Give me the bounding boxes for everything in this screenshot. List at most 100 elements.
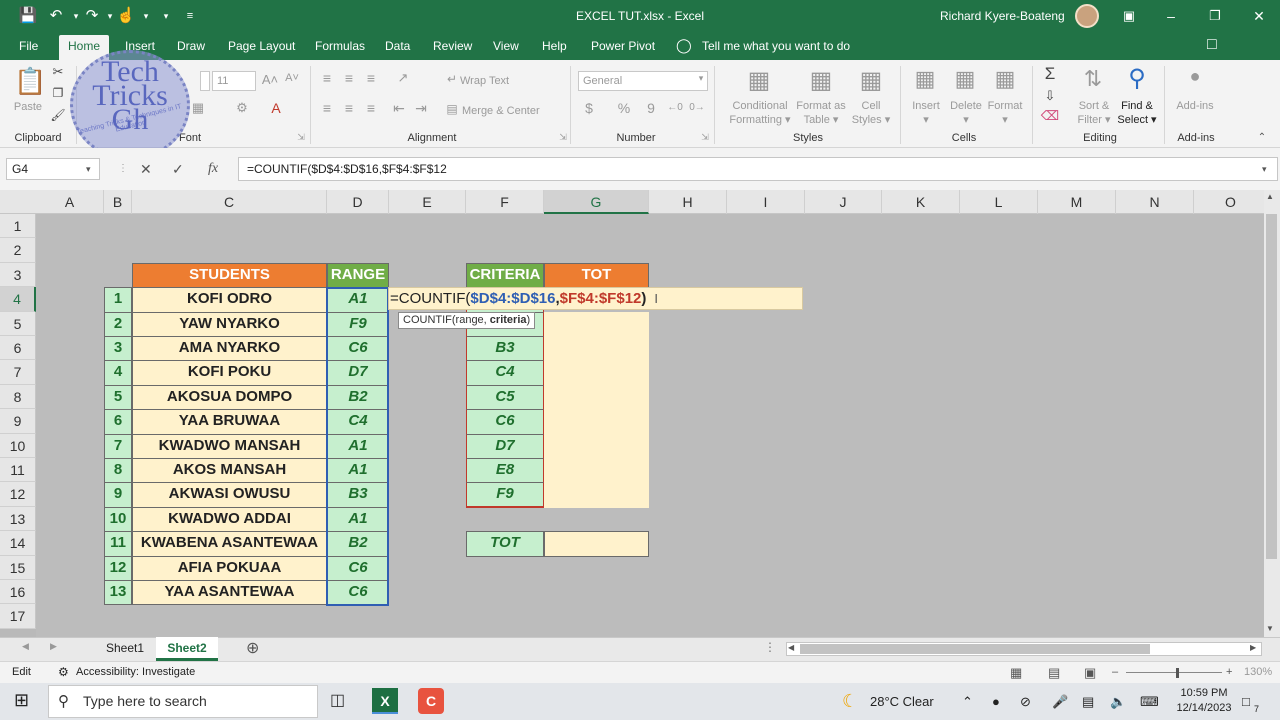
wrap-text-button[interactable]: Wrap Text — [460, 74, 520, 88]
tot-cell[interactable] — [544, 433, 649, 459]
font-size-combo[interactable]: 11 — [212, 71, 256, 91]
tot-cell[interactable] — [544, 458, 649, 484]
increase-decimal-icon[interactable]: ←0 — [666, 102, 684, 113]
microphone-icon[interactable]: 🎤 — [1052, 683, 1068, 720]
criteria-header[interactable]: CRITERIA — [466, 262, 544, 289]
find-select-button[interactable]: Find & Select ▾ — [1114, 99, 1160, 127]
sheet-tab-sheet1[interactable]: Sheet1 — [96, 637, 154, 661]
collapse-ribbon-icon[interactable]: ⌃ — [1256, 132, 1268, 143]
range-cell[interactable]: B2 — [327, 384, 389, 411]
column-header-g[interactable]: G — [544, 190, 649, 214]
function-tooltip[interactable]: COUNTIF(range, criteria) — [398, 312, 536, 329]
range-cell[interactable]: A1 — [327, 458, 389, 484]
tot-cell[interactable] — [544, 409, 649, 435]
align-left-icon[interactable]: ≡ — [318, 100, 336, 116]
student-name-cell[interactable]: YAA BRUWAA — [132, 409, 327, 435]
chevron-down-icon[interactable]: ▾ — [136, 6, 156, 26]
chevron-up-icon[interactable]: ⌃ — [962, 683, 973, 720]
normal-view-icon[interactable]: ▦ — [1010, 662, 1022, 683]
merge-center-icon[interactable]: ▤ — [444, 102, 460, 116]
row-number-cell[interactable]: 9 — [104, 482, 132, 508]
row-header-7[interactable]: 7 — [0, 360, 36, 385]
column-header-n[interactable]: N — [1116, 190, 1194, 214]
row-header-10[interactable]: 10 — [0, 433, 36, 458]
enter-icon[interactable]: ✓ — [172, 158, 184, 180]
row-number-cell[interactable]: 2 — [104, 311, 132, 337]
range-cell[interactable]: A1 — [327, 433, 389, 459]
alignment-launcher-icon[interactable]: ⇲ — [558, 132, 568, 143]
format-cells-icon[interactable]: ▦ — [990, 66, 1020, 92]
row-header-6[interactable]: 6 — [0, 336, 36, 361]
student-name-cell[interactable]: KWADWO ADDAI — [132, 506, 327, 533]
notifications-icon[interactable]: □ — [1242, 683, 1250, 720]
font-name-combo[interactable] — [200, 71, 210, 91]
range-cell[interactable]: A1 — [327, 287, 389, 313]
excel-taskbar-icon[interactable]: X — [372, 688, 398, 714]
task-view-icon[interactable]: ◫ — [330, 690, 345, 710]
autosum-icon[interactable]: Σ — [1040, 64, 1060, 84]
row-header-11[interactable]: 11 — [0, 458, 36, 483]
redo-icon[interactable]: ↷ — [82, 6, 102, 26]
clock[interactable]: 10:59 PM 12/14/2023 — [1176, 686, 1232, 716]
merge-center-button[interactable]: Merge & Center — [462, 104, 546, 118]
insert-cells-button[interactable]: Insert ▾ — [906, 99, 946, 127]
restore-button[interactable]: ❐ — [1194, 0, 1236, 32]
add-ins-icon[interactable]: ● — [1180, 66, 1210, 87]
comma-style-icon[interactable]: 9 — [644, 100, 658, 116]
avatar[interactable] — [1075, 4, 1099, 28]
zoom-out-icon[interactable]: – — [1112, 662, 1118, 683]
tot-cell[interactable] — [544, 384, 649, 411]
fill-icon[interactable]: ⇩ — [1040, 88, 1060, 104]
column-header-b[interactable]: B — [104, 190, 132, 214]
tot-cell[interactable] — [544, 482, 649, 508]
horizontal-scroll-thumb[interactable] — [800, 644, 1150, 654]
row-header-12[interactable]: 12 — [0, 482, 36, 507]
row-header-8[interactable]: 8 — [0, 384, 36, 410]
student-name-cell[interactable]: YAW NYARKO — [132, 311, 327, 337]
zoom-slider[interactable] — [1126, 672, 1222, 673]
row-number-cell[interactable]: 8 — [104, 458, 132, 484]
tab-split-icon[interactable]: ⋮ — [764, 640, 776, 654]
tab-view[interactable]: View — [484, 32, 528, 60]
column-header-k[interactable]: K — [882, 190, 960, 214]
wrap-text-icon[interactable]: ↵ — [444, 72, 460, 86]
student-name-cell[interactable]: AKOS MANSAH — [132, 458, 327, 484]
student-name-cell[interactable]: AMA NYARKO — [132, 336, 327, 362]
tab-review[interactable]: Review — [424, 32, 481, 60]
column-header-j[interactable]: J — [805, 190, 882, 214]
row-header-4[interactable]: 4 — [0, 287, 36, 312]
cell-styles-button[interactable]: Cell Styles ▾ — [846, 99, 896, 127]
touch-mode-icon[interactable]: ☝ — [116, 6, 136, 26]
paste-button[interactable]: Paste — [10, 100, 46, 114]
column-header-i[interactable]: I — [727, 190, 805, 214]
range-cell[interactable]: B2 — [327, 531, 389, 557]
row-header-13[interactable]: 13 — [0, 506, 36, 532]
camtasia-taskbar-icon[interactable]: C — [418, 688, 444, 714]
row-number-cell[interactable]: 5 — [104, 384, 132, 411]
criteria-cell[interactable]: C4 — [466, 360, 544, 386]
formula-input[interactable]: =COUNTIF($D$4:$D$16,$F$4:$F$12 — [238, 157, 1278, 181]
row-number-cell[interactable]: 3 — [104, 336, 132, 362]
tell-me-search[interactable]: Tell me what you want to do — [702, 32, 850, 60]
row-header-15[interactable]: 15 — [0, 555, 36, 580]
student-name-cell[interactable]: KWADWO MANSAH — [132, 433, 327, 459]
criteria-cell[interactable]: D7 — [466, 433, 544, 459]
column-header-d[interactable]: D — [327, 190, 389, 214]
paste-icon[interactable]: 📋 — [14, 66, 46, 97]
row-header-2[interactable]: 2 — [0, 238, 36, 263]
chevron-down-icon[interactable]: ▾ — [696, 73, 706, 84]
students-header[interactable]: STUDENTS — [132, 262, 327, 289]
align-bottom-icon[interactable]: ≡ — [362, 70, 380, 86]
column-header-h[interactable]: H — [649, 190, 727, 214]
keyboard-icon[interactable]: ⌨ — [1140, 683, 1159, 720]
tot-cell[interactable] — [544, 336, 649, 362]
comments-icon[interactable]: □ — [1207, 36, 1217, 54]
criteria-cell[interactable]: E8 — [466, 458, 544, 484]
expand-formula-bar-icon[interactable]: ▾ — [1262, 158, 1267, 180]
criteria-cell[interactable]: B3 — [466, 336, 544, 362]
currency-icon[interactable]: $ — [582, 100, 596, 116]
tot-total-cell[interactable] — [544, 531, 649, 557]
tab-power-pivot[interactable]: Power Pivot — [582, 32, 664, 60]
align-middle-icon[interactable]: ≡ — [340, 70, 358, 86]
customize-qat-icon[interactable]: ≡ — [180, 6, 200, 26]
